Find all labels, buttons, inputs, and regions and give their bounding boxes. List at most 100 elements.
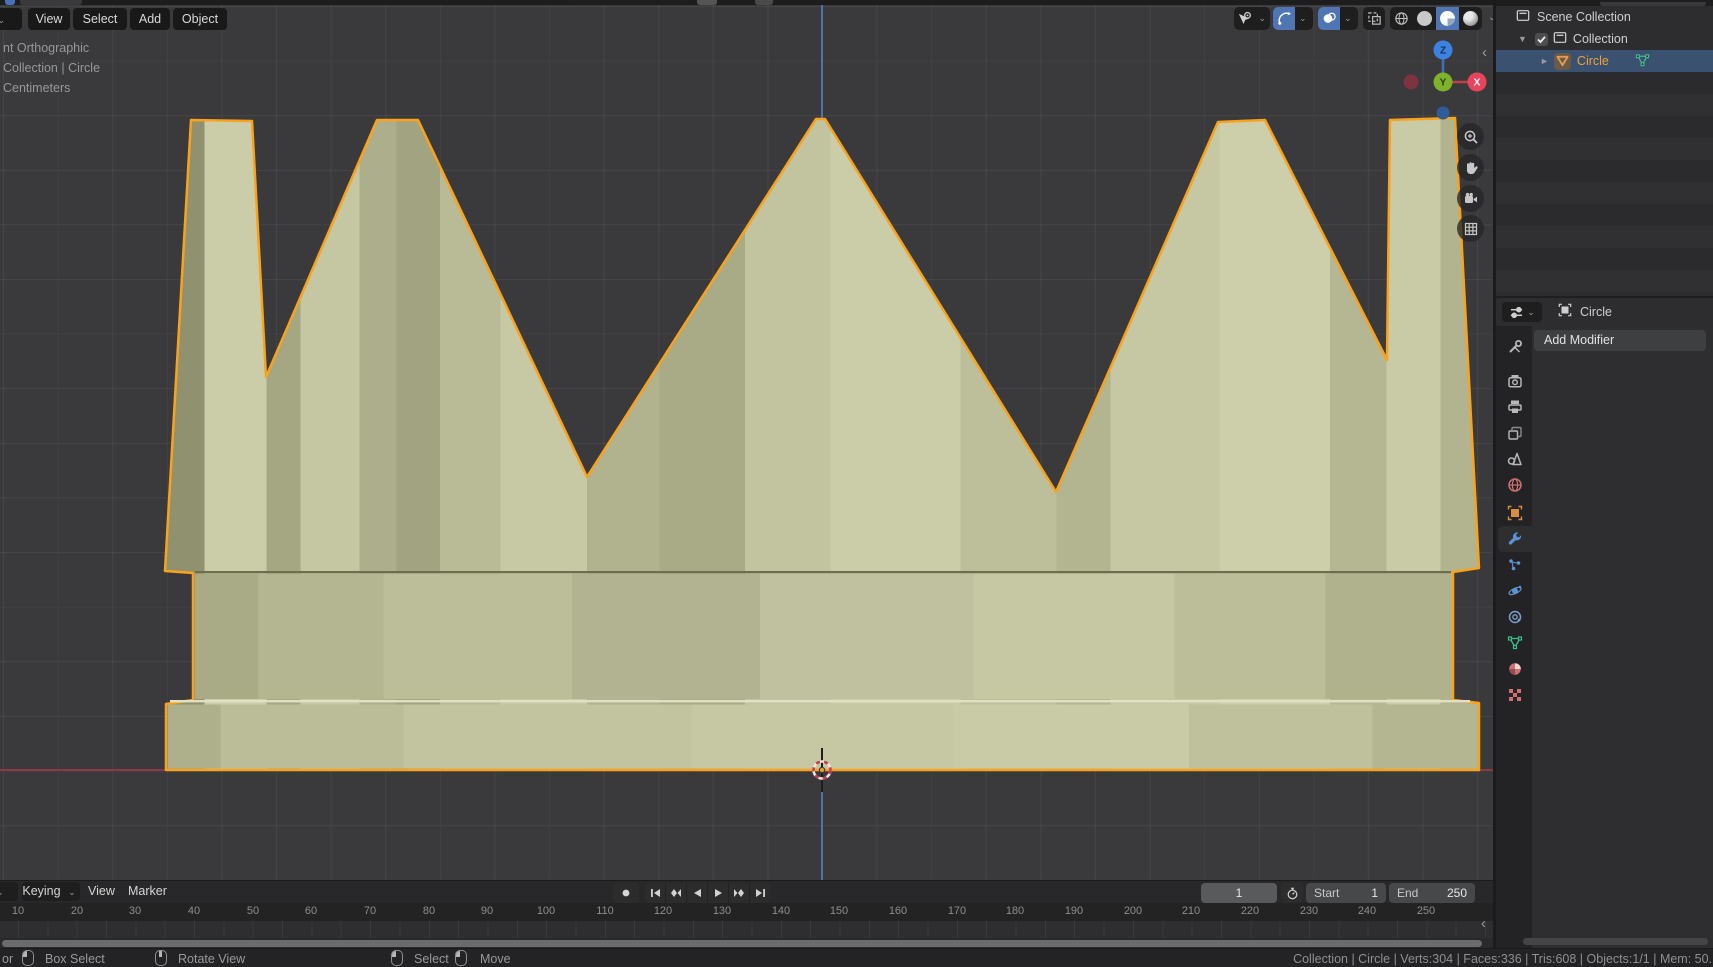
properties-editor-icon [1511, 306, 1523, 318]
camera-view-icon [1464, 192, 1477, 203]
mouse-left-drag-icon [22, 950, 34, 967]
status-hint-move: Move [480, 952, 511, 966]
gizmo-x-label: X [1474, 78, 1481, 89]
tab-object-data[interactable] [1498, 630, 1532, 656]
chevron-down-icon: ⌄ [1299, 13, 1307, 23]
toggle-ortho-button[interactable] [1457, 215, 1484, 242]
status-bar: or Box Select Rotate View Select Move Co… [0, 948, 1713, 967]
play-reverse-icon [693, 889, 701, 897]
status-fragment: or [2, 952, 14, 966]
current-frame-field[interactable]: 1 [1201, 883, 1277, 903]
xray-icon [1363, 7, 1385, 30]
pan-button[interactable] [1457, 154, 1484, 181]
timeline-ruler[interactable]: 10 20 30 40 50 60 70 80 90 100 110 120 1… [0, 903, 1493, 921]
jump-to-end-button[interactable] [750, 883, 770, 903]
keying-dropdown[interactable]: Keying ⌄ [22, 882, 80, 901]
gizmo-y-label: Y [1440, 78, 1447, 89]
menu-object[interactable]: Object [173, 8, 227, 30]
add-modifier-button[interactable]: Add Modifier [1534, 330, 1706, 351]
use-preview-range-button[interactable] [1281, 883, 1303, 903]
menu-view[interactable]: View [28, 8, 70, 30]
menu-add[interactable]: Add [130, 8, 170, 30]
zoom-button[interactable] [1457, 123, 1484, 150]
camera-view-button[interactable] [1457, 185, 1484, 212]
timeline-scrollbar-thumb[interactable] [2, 940, 1482, 947]
collection-checkbox[interactable] [1534, 32, 1548, 46]
frame-start-field[interactable]: Start 1 [1306, 883, 1386, 903]
gizmos-toggle[interactable]: ⌄ [1273, 7, 1313, 30]
tab-world[interactable] [1498, 472, 1532, 498]
overlays-toggle[interactable]: ⌄ [1318, 7, 1358, 30]
menu-select[interactable]: Select [73, 8, 127, 30]
timeline-collapse-arrow[interactable]: ‹ [1481, 916, 1486, 931]
previous-keyframe-button[interactable] [666, 883, 687, 903]
outliner-row-scene-collection[interactable]: Scene Collection [1496, 6, 1713, 28]
active-object-text: Collection | Circle [3, 61, 101, 75]
editor-type-dropdown[interactable]: ⌄ [1502, 302, 1542, 322]
timeline-track-area[interactable] [0, 921, 1493, 938]
material-preview-icon[interactable] [1436, 7, 1459, 30]
status-hint-select: Select [414, 952, 449, 966]
tab-texture[interactable] [1498, 682, 1532, 708]
tab-output[interactable] [1498, 394, 1532, 420]
world-icon [1508, 478, 1522, 492]
tab-object[interactable] [1498, 500, 1532, 526]
object-visibility-dropdown[interactable]: ⌄ [1234, 7, 1270, 30]
timeline-editor-type-dropdown[interactable]: k ⌄ [0, 882, 18, 901]
play-reverse-button[interactable] [687, 883, 708, 903]
texture-icon [1509, 689, 1521, 701]
next-keyframe-button[interactable] [729, 883, 750, 903]
sidebar-collapse-arrow[interactable]: ‹ [1482, 45, 1487, 60]
timeline-scrollbar[interactable] [0, 939, 1493, 948]
chevron-down-icon: ⌄ [0, 887, 8, 897]
outliner-row-collection[interactable]: ▼ Collection [1496, 28, 1713, 50]
auto-keying-record-button[interactable] [613, 883, 639, 903]
tab-tool[interactable] [1498, 334, 1532, 360]
view-name-text: nt Orthographic [3, 41, 90, 55]
rendered-shading-icon[interactable] [1459, 7, 1482, 30]
play-button[interactable] [708, 883, 729, 903]
topbar-widget-sliver [755, 0, 773, 5]
tab-material[interactable] [1498, 656, 1532, 682]
tab-physics[interactable] [1498, 578, 1532, 604]
timeline-menu-view[interactable]: View [88, 882, 115, 901]
topbar-widget-sliver [697, 0, 717, 5]
tab-render[interactable] [1498, 368, 1532, 394]
jump-to-start-icon [650, 889, 660, 897]
topbar-clipped [0, 0, 1713, 5]
disclosure-triangle-icon[interactable]: ► [1540, 56, 1549, 66]
playback-controls [645, 883, 770, 903]
jump-to-start-button[interactable] [645, 883, 666, 903]
disclosure-triangle-icon[interactable]: ▼ [1518, 34, 1527, 44]
topbar-widget-sliver [573, 0, 655, 5]
tab-constraints[interactable] [1498, 604, 1532, 630]
outliner-label: Collection [1572, 32, 1628, 46]
properties-scrollbar[interactable] [1523, 938, 1708, 945]
timeline-menu-marker[interactable]: Marker [128, 882, 167, 901]
tab-scene[interactable] [1498, 446, 1532, 472]
stopwatch-icon [1287, 887, 1297, 899]
chevron-down-icon: ⌄ [1527, 306, 1535, 317]
navigation-gizmo[interactable]: Z Y X [1395, 34, 1493, 126]
wireframe-shading-icon[interactable] [1390, 7, 1413, 30]
mouse-left-drag-icon [455, 950, 467, 967]
pan-hand-icon [1466, 161, 1478, 174]
frame-end-field[interactable]: End 250 [1389, 883, 1475, 903]
mesh-data-icon[interactable] [1635, 53, 1650, 70]
mode-dropdown[interactable]: e ⌄ [0, 8, 22, 30]
shading-mode-group[interactable] [1390, 7, 1482, 30]
solid-shading-icon[interactable] [1413, 7, 1436, 30]
object-icon [1507, 505, 1523, 521]
topbar-widget-sliver [660, 0, 683, 5]
status-hint-box-select: Box Select [45, 952, 105, 966]
crown-mesh-object[interactable] [0, 0, 1493, 880]
outliner-label: Scene Collection [1537, 10, 1631, 24]
xray-toggle[interactable] [1363, 7, 1385, 30]
timeline-editor: k ⌄ Keying ⌄ View Marker [0, 880, 1493, 948]
viewport-3d[interactable]: e ⌄ View Select Add Object nt Orthograph… [0, 0, 1496, 880]
tab-view-layer[interactable] [1498, 420, 1532, 446]
tab-modifiers-active[interactable] [1498, 526, 1532, 552]
tab-particles[interactable] [1498, 552, 1532, 578]
outliner-row-circle[interactable]: ► Circle [1496, 50, 1713, 72]
previous-keyframe-icon [671, 889, 681, 897]
